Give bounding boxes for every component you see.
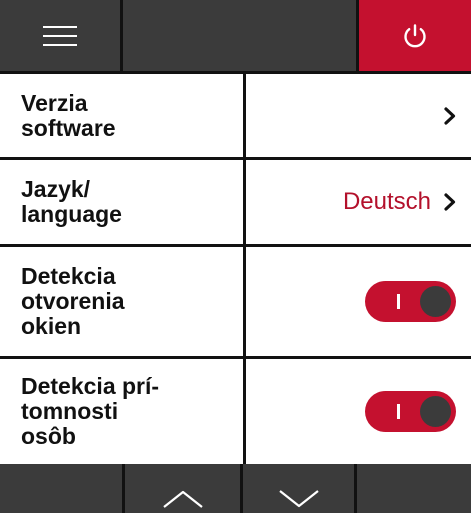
top-bar-title-area [123,0,359,71]
setting-row-window-detection: Detekcia otvorenia okien [0,247,471,359]
setting-control [246,247,471,356]
menu-button[interactable] [0,0,123,71]
setting-label: Detekcia otvorenia okien [0,247,246,356]
chevron-down-icon [278,490,319,508]
setting-row-software-version[interactable]: Verzia software [0,74,471,160]
toggle-on-marker [397,294,400,309]
setting-row-presence-detection: Detekcia prí- tomnosti osôb [0,359,471,464]
toggle-knob [420,286,451,317]
setting-label: Jazyk/ language [0,160,246,244]
setting-control [246,359,471,464]
presence-detection-toggle[interactable] [365,391,456,432]
bottom-bar-empty-right [357,464,471,513]
chevron-right-icon [444,193,456,211]
toggle-on-marker [397,404,400,419]
setting-label: Verzia software [0,74,246,157]
top-bar [0,0,471,74]
chevron-up-icon [162,490,203,508]
window-detection-toggle[interactable] [365,281,456,322]
hamburger-menu-icon [43,25,77,46]
setting-control[interactable]: Deutsch [246,160,471,244]
setting-control[interactable] [246,74,471,157]
scroll-up-button[interactable] [125,464,243,513]
bottom-bar-empty-left [0,464,125,513]
toggle-knob [420,396,451,427]
bottom-bar [0,464,471,513]
scroll-down-button[interactable] [243,464,357,513]
settings-list: Verzia software Jazyk/ language Deutsch … [0,74,471,464]
setting-label: Detekcia prí- tomnosti osôb [0,359,246,464]
setting-row-language[interactable]: Jazyk/ language Deutsch [0,160,471,247]
language-value: Deutsch [342,188,431,215]
chevron-right-icon [444,106,456,125]
power-button[interactable] [359,0,471,71]
power-icon [404,23,426,47]
